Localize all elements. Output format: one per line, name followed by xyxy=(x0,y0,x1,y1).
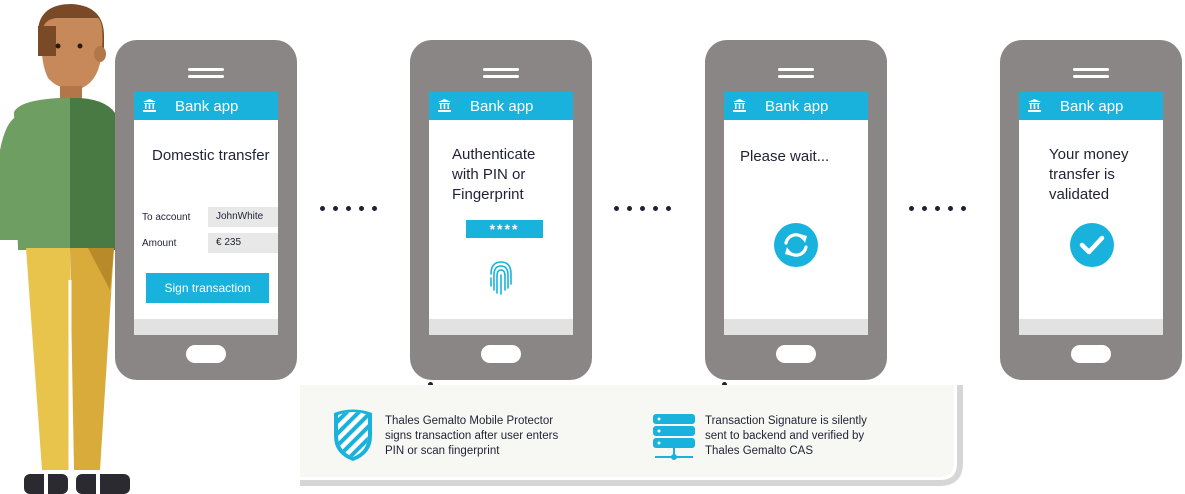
phone-2: Bank app Authenticate with PIN or Finger… xyxy=(410,40,592,380)
server-icon xyxy=(653,414,695,460)
menu-icon xyxy=(188,68,224,81)
app-bar: Bank app xyxy=(429,92,573,120)
connector-dots xyxy=(614,206,671,211)
to-account-label: To account xyxy=(142,212,191,223)
pin-field[interactable]: **** xyxy=(466,220,543,238)
phone-screen: Bank app Please wait... xyxy=(724,92,868,335)
to-account-field[interactable]: JohnWhite xyxy=(208,207,278,227)
caption-mobile-protector: Thales Gemalto Mobile Protector signs tr… xyxy=(385,415,559,457)
connector-dots xyxy=(320,206,377,211)
amount-field[interactable]: € 235 xyxy=(208,233,278,253)
app-bar: Bank app xyxy=(134,92,278,120)
menu-icon xyxy=(483,68,519,81)
phone-3: Bank app Please wait... xyxy=(705,40,887,380)
phone-1: Bank app Domestic transfer To account Jo… xyxy=(115,40,297,380)
home-button[interactable] xyxy=(776,345,816,363)
phone-screen: Bank app Your money transfer is validate… xyxy=(1019,92,1163,335)
phone-screen: Bank app Domestic transfer To account Jo… xyxy=(134,92,278,335)
checkmark-icon xyxy=(1070,223,1114,267)
screen-heading: Authenticate with PIN or Fingerprint xyxy=(452,146,536,203)
app-bar: Bank app xyxy=(1019,92,1163,120)
home-button[interactable] xyxy=(186,345,226,363)
amount-label: Amount xyxy=(142,238,177,249)
home-button[interactable] xyxy=(481,345,521,363)
menu-icon xyxy=(1073,68,1109,81)
screen-heading: Your money transfer is validated xyxy=(1049,146,1129,203)
refresh-icon xyxy=(774,223,818,267)
bank-icon xyxy=(733,99,746,112)
screen-heading: Please wait... xyxy=(740,148,830,165)
app-title: Bank app xyxy=(765,98,829,115)
shield-icon xyxy=(334,409,372,461)
phone-4: Bank app Your money transfer is validate… xyxy=(1000,40,1182,380)
menu-icon xyxy=(778,68,814,81)
bank-icon xyxy=(1028,99,1041,112)
app-bar: Bank app xyxy=(724,92,868,120)
bank-icon xyxy=(143,99,156,112)
bank-icon xyxy=(438,99,451,112)
home-button[interactable] xyxy=(1071,345,1111,363)
app-title: Bank app xyxy=(1060,98,1124,115)
fingerprint-icon[interactable] xyxy=(488,260,514,296)
screen-heading: Domestic transfer xyxy=(152,147,270,164)
connector-dots xyxy=(909,206,966,211)
caption-transaction-signature: Transaction Signature is silently sent t… xyxy=(705,415,867,457)
app-title: Bank app xyxy=(470,98,534,115)
sign-transaction-button[interactable]: Sign transaction xyxy=(146,273,269,303)
phone-screen: Bank app Authenticate with PIN or Finger… xyxy=(429,92,573,335)
app-title: Bank app xyxy=(175,98,239,115)
